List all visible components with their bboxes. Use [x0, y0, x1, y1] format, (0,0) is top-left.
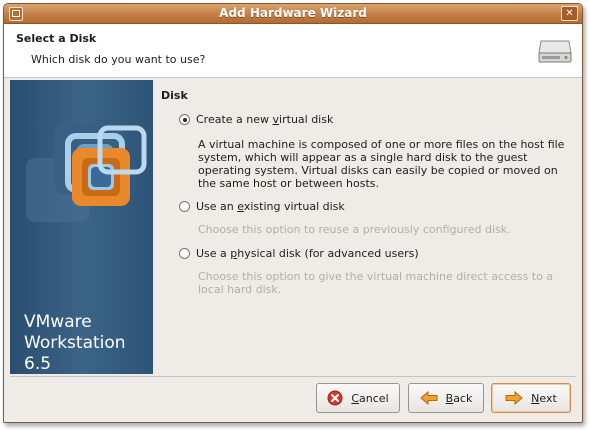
close-icon[interactable]: ✕ — [561, 6, 578, 21]
next-button[interactable]: Next — [491, 383, 571, 413]
cancel-icon — [327, 390, 343, 406]
disk-options-panel: Disk Create a new virtual disk A virtual… — [161, 86, 576, 374]
button-separator — [10, 376, 576, 377]
hard-disk-icon — [538, 40, 572, 63]
option-label: Use an existing virtual disk — [196, 200, 345, 213]
title-bar: Add Hardware Wizard ✕ — [4, 4, 582, 24]
wizard-window: Add Hardware Wizard ✕ Select a Disk Whic… — [3, 3, 583, 423]
product-name: VMware Workstation 6.5 — [24, 312, 153, 375]
option-description: A virtual machine is composed of one or … — [198, 138, 565, 190]
product-sidebar: VMware Workstation 6.5 — [10, 80, 153, 374]
wizard-header: Select a Disk Which disk do you want to … — [4, 24, 582, 78]
option-label: Use a physical disk (for advanced users) — [196, 247, 419, 260]
window-title: Add Hardware Wizard — [219, 6, 367, 20]
cancel-label: Cancel — [351, 391, 389, 405]
option-new-virtual-disk[interactable]: Create a new virtual disk — [179, 113, 333, 126]
page-title: Select a Disk — [16, 32, 97, 45]
back-button[interactable]: Back — [408, 383, 484, 413]
page-subtitle: Which disk do you want to use? — [31, 53, 206, 66]
product-line-1: VMware — [24, 312, 92, 332]
back-arrow-icon — [419, 391, 438, 405]
next-arrow-icon — [505, 391, 523, 405]
option-description: Choose this option to reuse a previously… — [198, 223, 511, 236]
back-label: Back — [445, 391, 473, 405]
option-physical-disk[interactable]: Use a physical disk (for advanced users) — [179, 247, 419, 260]
cancel-button[interactable]: Cancel — [316, 383, 400, 413]
radio-new-virtual-disk[interactable] — [179, 114, 190, 125]
product-line-2: Workstation 6.5 — [24, 333, 126, 374]
option-description: Choose this option to give the virtual m… — [198, 270, 554, 296]
next-label: Next — [531, 391, 557, 405]
radio-existing-virtual-disk[interactable] — [179, 201, 190, 212]
option-existing-virtual-disk[interactable]: Use an existing virtual disk — [179, 200, 345, 213]
option-label: Create a new virtual disk — [196, 113, 334, 126]
vmware-logo — [26, 124, 147, 222]
radio-physical-disk[interactable] — [179, 248, 190, 259]
section-title: Disk — [161, 89, 188, 102]
